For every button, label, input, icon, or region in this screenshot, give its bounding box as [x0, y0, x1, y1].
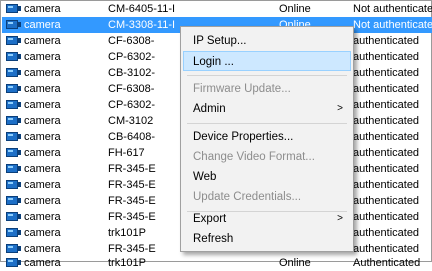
camera-icon [6, 115, 21, 125]
menu-item-label: Change Video Format... [193, 151, 315, 163]
chevron-right-icon: > [337, 103, 343, 114]
device-auth: authenticated [353, 131, 420, 143]
table-row[interactable]: camera CM-6405-11-I Online Not authentic… [2, 1, 432, 17]
menu-item-update-credentials[interactable]: Update Credentials... [183, 187, 351, 207]
device-auth: authenticated [353, 179, 420, 191]
camera-icon [6, 243, 21, 253]
device-type: camera [24, 19, 61, 31]
camera-icon [6, 67, 21, 77]
menu-item-label: Web [193, 171, 217, 183]
device-type: camera [24, 147, 61, 159]
camera-icon [6, 163, 21, 173]
camera-icon [6, 147, 21, 157]
camera-icon [6, 227, 21, 237]
device-auth: Not authenticated [353, 3, 432, 15]
device-type: camera [24, 257, 61, 269]
menu-item-label: Update Credentials... [193, 191, 302, 203]
menu-item-export[interactable]: Export > [183, 209, 351, 229]
menu-separator [187, 75, 347, 76]
device-auth: Not authenticated [353, 19, 432, 31]
device-auth: authenticated [353, 51, 420, 63]
device-type: camera [24, 115, 61, 127]
device-type: camera [24, 99, 61, 111]
device-type: camera [24, 67, 61, 79]
device-status: Online [279, 3, 311, 15]
device-auth: Authenticated [353, 257, 421, 269]
device-auth: authenticated [353, 195, 420, 207]
menu-item-login[interactable]: Login ... [183, 51, 351, 71]
device-auth: authenticated [353, 163, 420, 175]
device-type: camera [24, 211, 61, 223]
device-model: CM-6405-11-I [108, 3, 176, 15]
camera-icon [6, 83, 21, 93]
device-type: camera [24, 3, 61, 15]
camera-icon [6, 179, 21, 189]
camera-icon [6, 131, 21, 141]
device-auth: authenticated [353, 211, 420, 223]
menu-item-label: Admin [193, 103, 226, 115]
camera-icon [6, 3, 21, 13]
device-auth: authenticated [353, 35, 420, 47]
device-auth: authenticated [353, 115, 420, 127]
menu-item-admin[interactable]: Admin > [183, 99, 351, 119]
table-row[interactable]: camera trk101P Online Authenticated [2, 255, 432, 271]
device-type: camera [24, 179, 61, 191]
menu-item-label: Firmware Update... [193, 83, 291, 95]
camera-icon [6, 51, 21, 61]
camera-icon [6, 257, 21, 267]
camera-icon [6, 35, 21, 45]
device-status: Online [279, 257, 311, 269]
camera-icon [6, 211, 21, 221]
device-auth: authenticated [353, 227, 420, 239]
device-auth: authenticated [353, 67, 420, 79]
device-type: camera [24, 195, 61, 207]
camera-icon [6, 99, 21, 109]
device-auth: authenticated [353, 147, 420, 159]
device-auth: authenticated [353, 83, 420, 95]
menu-item-device-properties[interactable]: Device Properties... [183, 127, 351, 147]
menu-item-web[interactable]: Web [183, 167, 351, 187]
camera-icon [6, 195, 21, 205]
device-type: camera [24, 51, 61, 63]
camera-icon [6, 19, 21, 29]
device-type: camera [24, 243, 61, 255]
menu-item-label: Refresh [193, 233, 234, 245]
menu-item-firmware-update[interactable]: Firmware Update... [183, 79, 351, 99]
menu-item-label: Login ... [193, 56, 234, 68]
device-type: camera [24, 163, 61, 175]
device-model: trk101P [108, 257, 146, 269]
chevron-right-icon: > [337, 213, 343, 224]
menu-item-label: IP Setup... [193, 35, 247, 47]
context-menu: IP Setup... Login ... Firmware Update...… [180, 26, 354, 252]
device-type: camera [24, 131, 61, 143]
menu-item-ip-setup[interactable]: IP Setup... [183, 31, 351, 51]
menu-item-label: Export [193, 213, 227, 225]
device-type: camera [24, 227, 61, 239]
menu-separator [187, 123, 347, 124]
device-type: camera [24, 35, 61, 47]
menu-item-refresh[interactable]: Refresh [183, 229, 351, 249]
menu-item-change-video-format[interactable]: Change Video Format... [183, 147, 351, 167]
menu-item-label: Device Properties... [193, 131, 294, 143]
device-auth: authenticated [353, 99, 420, 111]
device-type: camera [24, 83, 61, 95]
